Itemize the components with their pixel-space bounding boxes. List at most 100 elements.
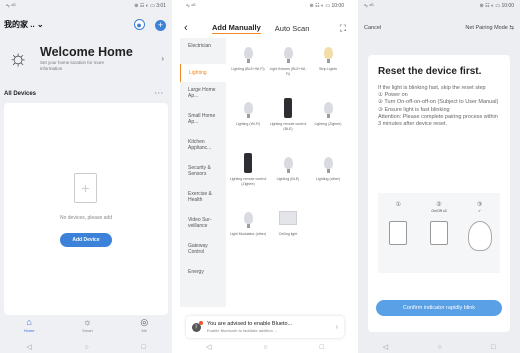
- pairing-mode-toggle[interactable]: Net Pairing Mode ⇆: [465, 25, 514, 31]
- status-bar: ᵊᵢₗ ⁴ᴳ ⊛ ☷ ◐ ▭ 10:00: [186, 3, 344, 9]
- voice-icon[interactable]: ●: [133, 19, 145, 30]
- bulb-icon: [318, 40, 338, 66]
- device-type-label: Lighting remote control (BLE): [269, 122, 307, 131]
- device-type-label: Lighting (BLE+Wi-Fi): [231, 67, 265, 71]
- ceiling-light-icon: [278, 205, 298, 231]
- reset-card: Reset the device first. If the light is …: [368, 55, 510, 332]
- bulb-icon: [278, 150, 298, 176]
- reset-screen: ᵊᵢₗ ⁴ᴳ ⊛ ☷ ◐ ▭ 10:00 Cancel Net Pairing …: [358, 0, 520, 353]
- back-triangle-icon[interactable]: ◁: [383, 343, 388, 351]
- cancel-button[interactable]: Cancel: [364, 25, 381, 31]
- device-type-item[interactable]: Lighting remote control (BLE): [268, 95, 308, 143]
- tab-home[interactable]: ⌂ Home: [24, 317, 35, 339]
- category-item[interactable]: Video Sur-veillance: [180, 212, 226, 238]
- welcome-title: Welcome Home: [40, 45, 133, 59]
- step-power-on: ①: [380, 201, 416, 273]
- welcome-card[interactable]: ☼ Welcome Home Set your home location fo…: [8, 40, 164, 76]
- device-type-item[interactable]: Lighting (BLE+Wi-Fi): [228, 40, 268, 88]
- sun-icon: ☼: [8, 45, 29, 70]
- tab-auto-scan[interactable]: Auto Scan: [275, 24, 310, 33]
- category-item[interactable]: Small Home Ap...: [180, 108, 226, 134]
- confirm-blink-button[interactable]: Confirm indicator rapidly blink: [376, 300, 502, 316]
- chevron-right-icon: ›: [335, 323, 338, 331]
- step-toggle: ② On/Off x3: [421, 201, 457, 273]
- device-type-label: Lighting (other): [315, 177, 341, 181]
- bluetooth-icon: ᛒ: [192, 320, 203, 332]
- bulb-icon: [318, 150, 338, 176]
- home-selector[interactable]: 我的家 .. ⌄: [4, 19, 44, 30]
- device-type-label: Lighting (Wi-Fi): [235, 122, 261, 126]
- recents-square-icon[interactable]: □: [320, 344, 324, 351]
- bulb-icon: [318, 95, 338, 121]
- category-item[interactable]: Exercise & Health: [180, 186, 226, 212]
- recents-square-icon[interactable]: □: [491, 344, 495, 351]
- recents-square-icon[interactable]: □: [141, 344, 145, 351]
- home-circle-icon[interactable]: ○: [84, 344, 88, 351]
- category-item[interactable]: Large Home Ap...: [180, 82, 226, 108]
- bluetooth-banner[interactable]: ᛒ You are advised to enable Blueto... En…: [186, 316, 344, 338]
- more-icon[interactable]: ···: [155, 91, 164, 97]
- device-type-item[interactable]: Strip Lights: [308, 40, 348, 88]
- add-device-screen: ᵊᵢₗ ⁴ᴳ ⊛ ☷ ◐ ▭ 10:00 ‹ Add Manually Auto…: [180, 0, 350, 353]
- plug-icon: [389, 221, 408, 245]
- device-type-label: Ceiling light: [278, 232, 298, 236]
- bulb-icon: [238, 95, 258, 121]
- system-nav-bar: ◁ ○ □: [180, 341, 350, 353]
- home-header: 我的家 .. ⌄ ● +: [4, 15, 166, 33]
- bluetooth-subtitle: Enable Bluetooth to facilitate addition …: [207, 328, 278, 333]
- tab-bar: ⌂ Home ☼ Smart ◎ Me: [0, 317, 172, 339]
- status-bar: ᵊᵢₗ ⁴ᴳ ⊛ ☷ ◐ ▭ 10:00: [364, 3, 514, 9]
- home-circle-icon[interactable]: ○: [437, 344, 441, 351]
- add-device-button[interactable]: Add Device: [60, 233, 112, 247]
- devices-panel: + No devices, please add Add Device: [4, 103, 168, 315]
- system-nav-bar: ◁ ○ □: [358, 341, 520, 353]
- category-item[interactable]: Lighting: [180, 64, 226, 82]
- sun-icon: ☼: [83, 317, 92, 327]
- back-icon[interactable]: ‹: [184, 22, 212, 34]
- tab-smart[interactable]: ☼ Smart: [82, 317, 93, 339]
- home-circle-icon[interactable]: ○: [263, 344, 267, 351]
- devices-header: All Devices ···: [4, 91, 164, 97]
- back-triangle-icon[interactable]: ◁: [206, 343, 211, 351]
- reset-instructions: If the light is blinking fast, skip the …: [378, 85, 499, 128]
- step-blink: ③ ✔: [462, 201, 498, 273]
- tab-add-manually[interactable]: Add Manually: [212, 23, 261, 34]
- category-item[interactable]: Gateway Control: [180, 238, 226, 264]
- reset-title: Reset the device first.: [378, 66, 482, 77]
- category-item[interactable]: Security & Sensors: [180, 160, 226, 186]
- status-bar: ᵊᵢₗ ⁴ᴳ ⊛ ☷ ◐ ▭ 3:01: [6, 3, 166, 9]
- system-nav-bar: ◁ ○ □: [0, 341, 172, 353]
- device-type-item[interactable]: Light Modulator (other): [228, 205, 268, 253]
- device-type-item[interactable]: Ceiling light: [268, 205, 308, 253]
- bulb-icon: [238, 205, 258, 231]
- device-type-label: Light Modulator (other): [229, 232, 267, 236]
- bluetooth-title: You are advised to enable Blueto...: [207, 321, 293, 327]
- home-screen: ᵊᵢₗ ⁴ᴳ ⊛ ☷ ◐ ▭ 3:01 我的家 .. ⌄ ● + ☼ Welco…: [0, 0, 172, 353]
- all-devices-label: All Devices: [4, 91, 37, 97]
- bulb-icon: [278, 40, 298, 66]
- remote-icon: [238, 150, 258, 176]
- device-type-item[interactable]: Lighting remote control (Zigbee): [228, 150, 268, 198]
- scan-icon[interactable]: ⛶: [340, 23, 346, 34]
- back-triangle-icon[interactable]: ◁: [26, 343, 31, 351]
- device-type-item[interactable]: Lighting (Zigbee): [308, 95, 348, 143]
- device-type-item[interactable]: Light fixtures (BLE+Wi-Fi): [268, 40, 308, 88]
- device-type-item[interactable]: Lighting (BLE): [268, 150, 308, 198]
- remote-icon: [278, 95, 298, 121]
- chevron-right-icon: ›: [161, 53, 164, 63]
- device-type-item[interactable]: Lighting (Wi-Fi): [228, 95, 268, 143]
- device-type-label: Light fixtures (BLE+Wi-Fi): [269, 67, 307, 76]
- category-item[interactable]: Kitchen Applianc...: [180, 134, 226, 160]
- category-item[interactable]: Energy: [180, 264, 226, 290]
- add-header: ‹ Add Manually Auto Scan ⛶: [184, 21, 346, 35]
- tab-me[interactable]: ◎ Me: [140, 317, 148, 339]
- reset-illustration: ① ② On/Off x3 ③ ✔: [378, 193, 500, 273]
- device-type-label: Lighting (BLE): [276, 177, 300, 181]
- person-icon: ◎: [140, 317, 149, 327]
- bulb-icon: [467, 221, 492, 251]
- empty-state-text: No devices, please add: [60, 215, 112, 221]
- category-item[interactable]: Electrician: [180, 38, 226, 64]
- device-type-item[interactable]: Lighting (other): [308, 150, 348, 198]
- add-icon[interactable]: +: [155, 20, 166, 31]
- pairing-header: Cancel Net Pairing Mode ⇆: [364, 25, 514, 31]
